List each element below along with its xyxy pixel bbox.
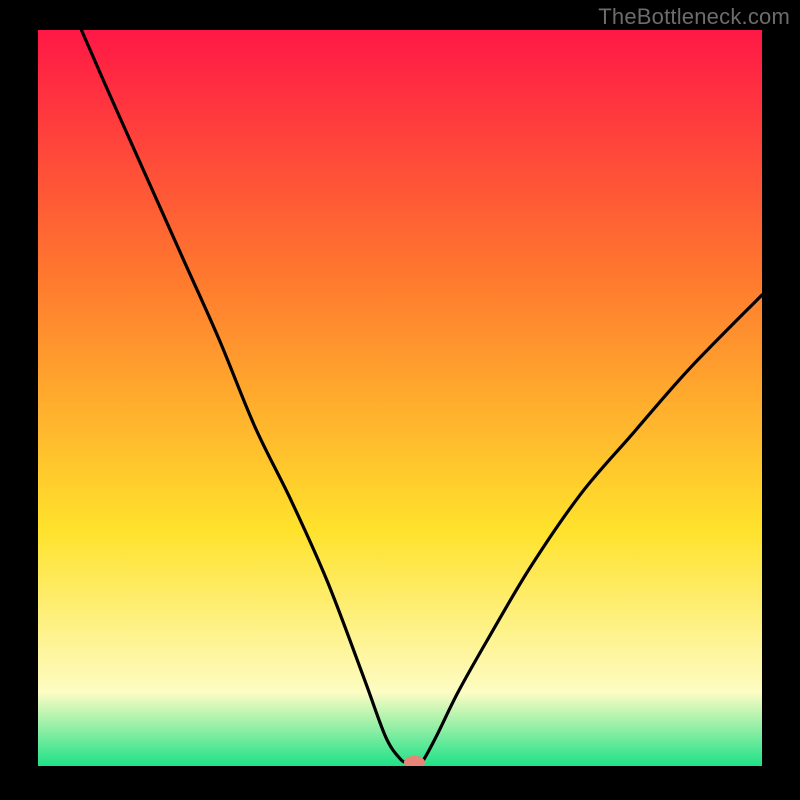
plot-area	[38, 30, 762, 766]
chart-svg	[38, 30, 762, 766]
chart-frame: TheBottleneck.com	[0, 0, 800, 800]
watermark-text: TheBottleneck.com	[598, 4, 790, 30]
gradient-background	[38, 30, 762, 766]
optimal-point-marker	[404, 756, 424, 766]
